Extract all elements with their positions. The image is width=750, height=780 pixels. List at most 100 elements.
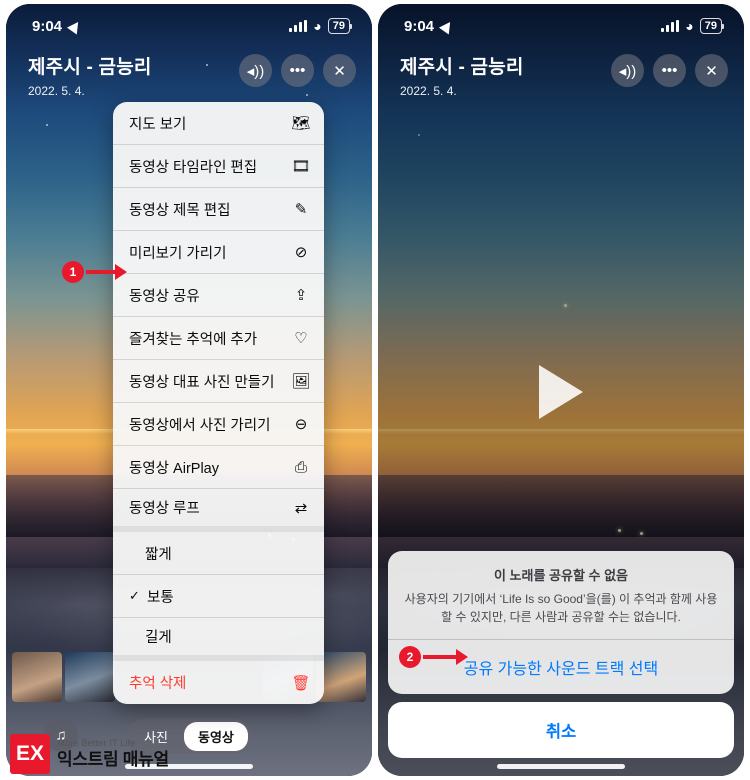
- memory-date: 2022. 5. 4.: [28, 84, 85, 98]
- menu-item-make-key-photo[interactable]: 동영상 대표 사진 만들기 🖼: [113, 360, 324, 403]
- menu-item-label: 미리보기 가리기: [129, 245, 227, 262]
- memory-date: 2022. 5. 4.: [400, 84, 457, 98]
- sunset-horizon: [378, 428, 744, 434]
- status-right: ◕ 79: [289, 17, 353, 35]
- airplay-icon: ⎙: [294, 458, 307, 476]
- header-buttons: ◂)) ••• ✕: [611, 54, 728, 87]
- menu-item-label: 보통: [147, 589, 174, 606]
- more-button[interactable]: •••: [281, 54, 314, 87]
- menu-item-label: 동영상에서 사진 가리기: [129, 417, 271, 434]
- menu-item-share-video[interactable]: 동영상 공유 ⇪: [113, 274, 324, 317]
- hide-preview-icon: ⊘: [294, 244, 308, 261]
- memory-header: 제주시 - 금능리 2022. 5. 4. ◂)) ••• ✕: [378, 52, 744, 98]
- menu-item-label: 추억 삭제: [129, 676, 187, 692]
- page-title: 제주시 - 금능리: [28, 57, 152, 78]
- map-icon: 🗺: [291, 115, 311, 132]
- callout-arrow-line: [86, 270, 116, 274]
- context-menu: 지도 보기 🗺 동영상 타임라인 편집 🎞 동영상 제목 편집 ✎ 미리보기 가…: [113, 102, 324, 704]
- pencil-icon: ✎: [294, 201, 308, 218]
- menu-item-label: 동영상 공유: [129, 288, 200, 305]
- action-sheet-message: 사용자의 기기에서 ‘Life Is so Good’을(를) 이 추억과 함께…: [404, 592, 718, 624]
- menu-item-edit-timeline[interactable]: 동영상 타임라인 편집 🎞: [113, 145, 324, 188]
- watermark-logo: EX: [10, 734, 50, 774]
- status-time: 9:04: [404, 17, 435, 35]
- memory-header: 제주시 - 금능리 2022. 5. 4. ◂)) ••• ✕: [6, 52, 372, 98]
- callout-arrow-line: [423, 655, 457, 659]
- close-button[interactable]: ✕: [695, 54, 728, 87]
- menu-item-label: 동영상 제목 편집: [129, 202, 231, 219]
- status-time: 9:04: [32, 17, 63, 35]
- filmstrip-thumb[interactable]: [65, 652, 115, 702]
- callout-1: 1: [62, 261, 127, 283]
- share-icon: ⇪: [294, 287, 308, 304]
- menu-item-length-long[interactable]: 길게: [113, 618, 324, 661]
- watermark: EX More Better IT Life 익스트림 매뉴얼: [10, 734, 169, 774]
- menu-item-loop[interactable]: 동영상 루프 ⇄: [113, 489, 324, 532]
- wifi-icon: ◕: [313, 18, 322, 34]
- status-bar: 9:04 ◕ 79: [6, 4, 372, 48]
- menu-item-add-favorite[interactable]: 즐겨찾는 추억에 추가 ♡: [113, 317, 324, 360]
- trash-icon: 🗑: [291, 674, 311, 692]
- play-icon[interactable]: [539, 365, 583, 419]
- tab-videos[interactable]: 동영상: [184, 721, 248, 751]
- mute-button[interactable]: ◂)): [239, 54, 272, 87]
- cellular-bars-icon: [289, 20, 308, 32]
- status-bar: 9:04 ◕ 79: [378, 4, 744, 48]
- watermark-brand: 익스트림 매뉴얼: [57, 749, 169, 769]
- menu-item-label: 동영상 AirPlay: [129, 460, 219, 477]
- menu-item-label: 길게: [145, 630, 172, 646]
- action-sheet-title: 이 노래를 공유할 수 없음: [493, 568, 629, 583]
- action-sheet-header: 이 노래를 공유할 수 없음 사용자의 기기에서 ‘Life Is so Goo…: [388, 551, 734, 640]
- wifi-icon: ◕: [685, 18, 694, 34]
- hide-photo-icon: ⊖: [294, 416, 308, 433]
- screenshot-root: 9:04 ◕ 79 제주시 - 금능리 2022. 5. 4. ◂)) ••• …: [0, 0, 750, 780]
- menu-item-label: 즐겨찾는 추억에 추가: [129, 331, 258, 348]
- timeline-icon: 🎞: [291, 158, 311, 175]
- menu-item-label: 동영상 대표 사진 만들기: [129, 374, 275, 391]
- status-right: ◕ 79: [661, 17, 725, 35]
- callout-arrow-head: [115, 264, 127, 280]
- memory-title-block: 제주시 - 금능리 2022. 5. 4.: [400, 52, 524, 98]
- menu-item-label: 짧게: [145, 546, 172, 563]
- more-button[interactable]: •••: [653, 54, 686, 87]
- sea-strip: [378, 474, 744, 537]
- callout-badge: 1: [62, 261, 84, 283]
- battery-level: 79: [327, 17, 353, 35]
- menu-item-edit-title[interactable]: 동영상 제목 편집 ✎: [113, 188, 324, 231]
- watermark-texts: More Better IT Life 익스트림 매뉴얼: [57, 737, 169, 769]
- callout-badge: 2: [399, 646, 421, 668]
- key-photo-icon: 🖼: [291, 373, 311, 390]
- page-title: 제주시 - 금능리: [400, 57, 524, 78]
- callout-2: 2: [399, 646, 468, 668]
- menu-item-map[interactable]: 지도 보기 🗺: [113, 102, 324, 145]
- callout-arrow-head: [456, 649, 468, 665]
- menu-item-length-normal[interactable]: ✓ 보통: [113, 575, 324, 618]
- loop-icon: ⇄: [294, 499, 308, 517]
- location-arrow-icon: [438, 18, 456, 34]
- menu-item-airplay[interactable]: 동영상 AirPlay ⎙: [113, 446, 324, 489]
- menu-item-length-short[interactable]: 짧게: [113, 532, 324, 575]
- menu-item-label: 동영상 루프: [129, 501, 200, 517]
- cancel-button[interactable]: 취소: [388, 702, 734, 758]
- heart-icon: ♡: [294, 330, 308, 347]
- menu-item-delete-memory[interactable]: 추억 삭제 🗑: [113, 661, 324, 704]
- left-phone-screen: 9:04 ◕ 79 제주시 - 금능리 2022. 5. 4. ◂)) ••• …: [6, 4, 372, 776]
- checkmark-icon: ✓: [129, 588, 140, 603]
- cellular-bars-icon: [661, 20, 680, 32]
- status-left: 9:04: [32, 17, 84, 35]
- menu-item-label: 지도 보기: [129, 116, 187, 133]
- status-left: 9:04: [404, 17, 456, 35]
- menu-item-label: 동영상 타임라인 편집: [129, 159, 258, 176]
- mute-button[interactable]: ◂)): [611, 54, 644, 87]
- watermark-tagline: More Better IT Life: [57, 737, 136, 749]
- location-arrow-icon: [66, 18, 84, 34]
- header-buttons: ◂)) ••• ✕: [239, 54, 356, 87]
- battery-level: 79: [699, 17, 725, 35]
- action-sheet-group: 이 노래를 공유할 수 없음 사용자의 기기에서 ‘Life Is so Goo…: [388, 551, 734, 694]
- filmstrip-thumb[interactable]: [12, 652, 62, 702]
- close-button[interactable]: ✕: [323, 54, 356, 87]
- home-indicator: [497, 764, 625, 769]
- memory-title-block: 제주시 - 금능리 2022. 5. 4.: [28, 52, 152, 98]
- menu-item-hide-photo[interactable]: 동영상에서 사진 가리기 ⊖: [113, 403, 324, 446]
- menu-item-hide-preview[interactable]: 미리보기 가리기 ⊘: [113, 231, 324, 274]
